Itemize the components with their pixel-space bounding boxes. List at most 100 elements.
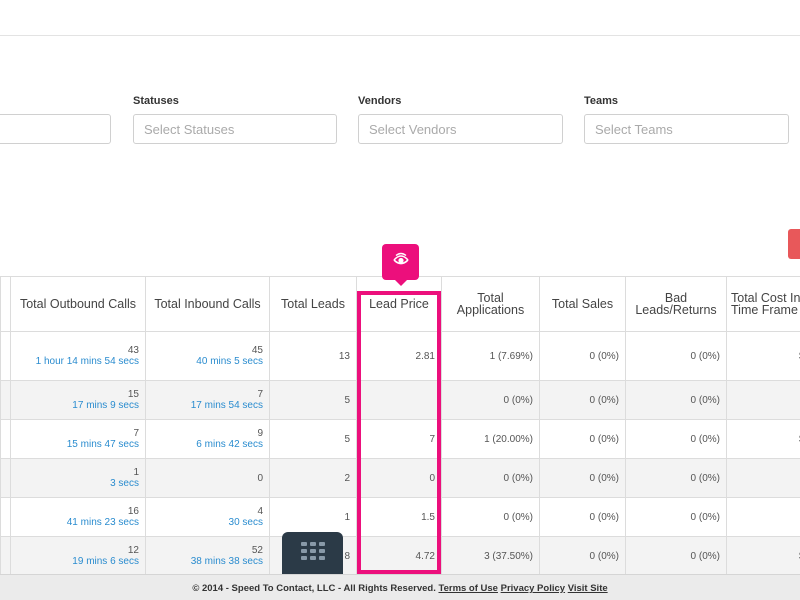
inbound-duration-link[interactable]: 17 mins 54 secs — [152, 400, 263, 411]
cell-total-applications: 1 (20.00%) — [441, 419, 540, 459]
cell-bad-leads: 0 (0%) — [625, 497, 727, 537]
cell-total-cost: $35.0 — [726, 419, 800, 459]
cell-lead-price: 7 — [356, 419, 442, 459]
cell-total-cost: $0.0 — [726, 458, 800, 498]
table-row[interactable]: 7 15 mins 47 secs 9 6 mins 42 secs 5 7 1 (20.0… — [0, 419, 800, 459]
lead-price-value: 0 — [429, 472, 435, 484]
footer-copyright: © 2014 - Speed To Contact, LLC - All Rig… — [192, 583, 436, 594]
inbound-count: 4 — [257, 506, 263, 517]
cell-total-sales: 0 (0%) — [539, 458, 626, 498]
leads-value: 2 — [344, 472, 350, 484]
header-cell-leading — [0, 276, 11, 332]
cost-value: $35.0 — [733, 434, 800, 445]
outbound-duration-link[interactable]: 15 mins 47 secs — [17, 439, 139, 450]
applications-value: 0 (0%) — [503, 394, 533, 406]
row-leading-cell — [0, 497, 11, 537]
outbound-count: 16 — [127, 506, 139, 517]
action-button[interactable] — [788, 229, 800, 259]
cell-outbound-calls: 15 17 mins 9 secs — [10, 380, 146, 420]
cell-inbound-calls: 52 38 mins 38 secs — [145, 536, 270, 574]
terms-of-use-link[interactable]: Terms of Use — [438, 583, 497, 594]
vendors-label: Vendors — [358, 95, 402, 107]
outbound-duration-link[interactable]: 17 mins 9 secs — [17, 400, 139, 411]
bad-leads-value: 0 (0%) — [690, 472, 720, 484]
statuses-label: Statuses — [133, 95, 179, 107]
cell-lead-price: 4.72 — [356, 536, 442, 574]
inbound-count: 45 — [251, 345, 263, 356]
cell-inbound-calls: 96 mins 42 secs — [145, 419, 270, 459]
cell-total-cost: $1.5 — [726, 497, 800, 537]
grid-icon — [300, 541, 326, 566]
header-total-inbound-calls[interactable]: Total Inbound Calls — [145, 276, 270, 332]
date-range-input[interactable] — [0, 114, 111, 144]
cell-inbound-calls: 7 17 mins 54 secs — [145, 380, 270, 420]
inbound-count: 7 — [257, 389, 263, 400]
statuses-select[interactable]: Select Statuses — [133, 114, 337, 144]
leads-value: 1 — [344, 511, 350, 523]
inbound-duration-link[interactable]: 38 mins 38 secs — [152, 556, 263, 567]
cell-inbound-calls: 4 30 secs — [145, 497, 270, 537]
cell-lead-price — [356, 380, 442, 420]
lead-price-value: 1.5 — [421, 511, 435, 523]
inbound-count: 0 — [257, 472, 263, 484]
sales-value: 0 (0%) — [589, 511, 619, 523]
cost-value: $36.5 — [733, 351, 800, 362]
filters-panel: Statuses Select Statuses Vendors Select … — [0, 36, 800, 276]
outbound-duration-link[interactable]: 3 secs — [17, 478, 139, 489]
app-grid-button[interactable] — [282, 532, 343, 574]
inbound-count: 9 — [257, 428, 263, 439]
outbound-duration-link[interactable]: 41 mins 23 secs — [17, 517, 139, 528]
cell-total-sales: 0 (0%) — [539, 536, 626, 574]
highlight-badge[interactable] — [382, 244, 419, 280]
bad-leads-value: 0 (0%) — [690, 350, 720, 362]
top-bar — [0, 0, 800, 36]
vendors-select[interactable]: Select Vendors — [358, 114, 563, 144]
cell-total-leads: 1 — [269, 497, 357, 537]
applications-value: 1 (7.69%) — [489, 350, 533, 362]
cell-outbound-calls: 13 secs — [10, 458, 146, 498]
visit-site-link[interactable]: Visit Site — [568, 583, 608, 594]
inbound-duration-link[interactable]: 6 mins 42 secs — [152, 439, 263, 450]
row-leading-cell — [0, 458, 11, 498]
outbound-duration-link[interactable]: 19 mins 6 secs — [17, 556, 139, 567]
row-leading-cell — [0, 419, 11, 459]
leads-value: 5 — [344, 433, 350, 445]
table-row[interactable]: 15 17 mins 9 secs 7 17 mins 54 secs 5 0 (0%) 0… — [0, 380, 800, 420]
table-row[interactable]: 12 19 mins 6 secs 52 38 mins 38 secs 8 4.72 3 … — [0, 536, 800, 574]
cost-value: $1.5 — [733, 512, 800, 523]
cell-total-cost: $0.0 — [726, 380, 800, 420]
cell-total-cost: $37.7 — [726, 536, 800, 574]
page: Statuses Select Statuses Vendors Select … — [0, 0, 800, 600]
highlight-pointer — [394, 279, 408, 286]
cell-inbound-calls: 0 — [145, 458, 270, 498]
applications-value: 3 (37.50%) — [484, 550, 533, 562]
cell-total-applications: 0 (0%) — [441, 380, 540, 420]
header-total-leads[interactable]: Total Leads — [269, 276, 357, 332]
privacy-policy-link[interactable]: Privacy Policy — [501, 583, 565, 594]
table-row[interactable]: 16 41 mins 23 secs 4 30 secs 1 1.5 0 (0%) 0 (0%… — [0, 497, 800, 537]
header-total-outbound-calls[interactable]: Total Outbound Calls — [10, 276, 146, 332]
table-row[interactable]: 13 secs 0 2 0 0 (0%) 0 (0%) 0 (0%) $0.0 — [0, 458, 800, 498]
row-leading-cell — [0, 380, 11, 420]
header-total-applications[interactable]: Total Applications — [441, 276, 540, 332]
header-total-sales[interactable]: Total Sales — [539, 276, 626, 332]
cell-total-leads: 2 — [269, 458, 357, 498]
row-leading-cell — [0, 331, 11, 381]
leads-value: 13 — [338, 350, 350, 362]
header-total-cost[interactable]: Total Cost In Time Frame — [726, 276, 800, 332]
sales-value: 0 (0%) — [589, 350, 619, 362]
inbound-duration-link[interactable]: 40 mins 5 secs — [152, 356, 263, 367]
outbound-count: 12 — [127, 545, 139, 556]
sales-value: 0 (0%) — [589, 472, 619, 484]
table-row[interactable]: 43 1 hour 14 mins 54 secs 45 40 mins 5 secs… — [0, 331, 800, 381]
bad-leads-value: 0 (0%) — [690, 394, 720, 406]
teams-select[interactable]: Select Teams — [584, 114, 789, 144]
inbound-duration-link[interactable]: 30 secs — [152, 517, 263, 528]
outbound-count: 1 — [133, 467, 139, 478]
outbound-duration-link[interactable]: 1 hour 14 mins 54 secs — [17, 356, 139, 367]
report-table: Total Outbound Calls Total Inbound Calls… — [0, 276, 800, 574]
cell-bad-leads: 0 (0%) — [625, 331, 727, 381]
cell-bad-leads: 0 (0%) — [625, 419, 727, 459]
header-bad-leads-returns[interactable]: Bad Leads/Returns — [625, 276, 727, 332]
cost-value: $0.0 — [733, 395, 800, 406]
